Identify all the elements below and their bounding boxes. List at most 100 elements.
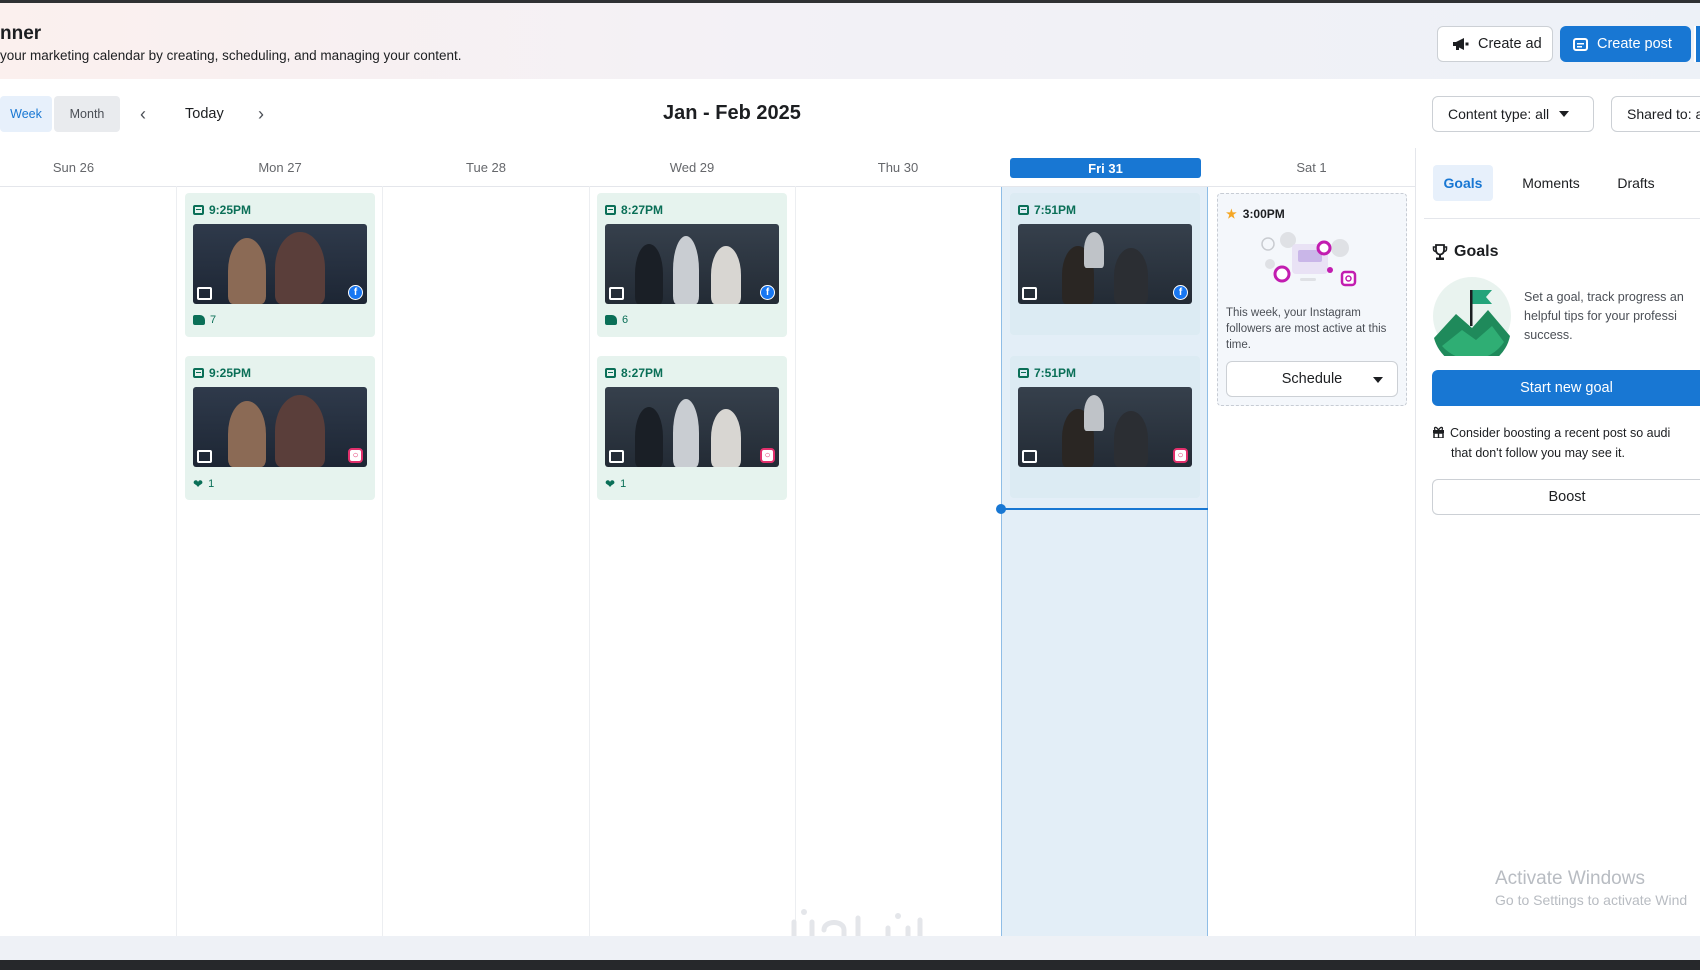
column-divider xyxy=(382,186,383,936)
calendar-toolbar: Week Month ‹ Today › Jan - Feb 2025 Cont… xyxy=(0,80,1700,148)
create-post-dropdown-button[interactable] xyxy=(1694,26,1700,62)
post-time-label: 9:25PM xyxy=(209,203,252,217)
day-header-tue: Tue 28 xyxy=(466,159,506,175)
post-type-icon xyxy=(1018,205,1029,215)
best-time-label: 3:00PM xyxy=(1242,207,1285,221)
post-type-icon xyxy=(193,368,204,378)
goal-flag-illustration xyxy=(1433,277,1511,356)
create-post-button[interactable]: Create post xyxy=(1560,26,1691,62)
post-hearts: ❤ 1 xyxy=(605,477,626,491)
boost-tip: Consider boosting a recent post so audi … xyxy=(1432,423,1700,463)
post-hearts: ❤ 1 xyxy=(193,477,214,491)
trophy-icon xyxy=(1432,243,1448,260)
compose-icon xyxy=(1573,37,1588,51)
page-header: nner your marketing calendar by creating… xyxy=(0,3,1700,79)
goals-description-line: success. xyxy=(1524,328,1573,342)
post-time: 8:27PM xyxy=(605,366,663,380)
heart-icon: ❤ xyxy=(193,477,204,491)
thumbnail-figure xyxy=(673,399,699,467)
week-calendar: Sun 26 Mon 27 Tue 28 Wed 29 Thu 30 Fri 3… xyxy=(0,148,1415,936)
create-post-label: Create post xyxy=(1597,36,1672,52)
post-thumbnail: f xyxy=(605,224,779,304)
instagram-icon: ○ xyxy=(348,448,363,463)
today-button[interactable]: Today xyxy=(185,106,224,122)
thumbnail-figure xyxy=(275,395,325,467)
post-thumbnail: ○ xyxy=(1018,387,1192,467)
post-time: 7:51PM xyxy=(1018,203,1076,217)
hearts-count: 1 xyxy=(208,478,215,490)
thumbnail-figure xyxy=(711,409,741,467)
thumbnail-figure xyxy=(1114,248,1148,304)
scheduled-post-card[interactable]: 9:25PM f 7 xyxy=(185,193,375,337)
content-type-dropdown[interactable]: Content type: all xyxy=(1432,96,1594,132)
column-divider xyxy=(589,186,590,936)
photo-icon xyxy=(609,450,624,463)
thumbnail-figure xyxy=(711,246,741,304)
post-type-icon xyxy=(605,205,616,215)
day-header-mon: Mon 27 xyxy=(258,159,302,175)
post-time: 8:27PM xyxy=(605,203,663,217)
post-likes: 6 xyxy=(605,314,628,326)
create-ad-button[interactable]: Create ad xyxy=(1437,26,1553,62)
current-time-dot xyxy=(996,504,1006,514)
instagram-icon: ○ xyxy=(1173,448,1188,463)
facebook-icon: f xyxy=(760,285,775,300)
caret-down-icon xyxy=(1373,377,1383,383)
boost-button[interactable]: Boost xyxy=(1432,479,1700,515)
page-subtitle: your marketing calendar by creating, sch… xyxy=(0,48,462,63)
thumbnail-figure xyxy=(635,407,663,467)
thumbnail-figure xyxy=(275,232,325,304)
megaphone-icon xyxy=(1453,38,1469,50)
photo-icon xyxy=(1022,450,1037,463)
tab-moments[interactable]: Moments xyxy=(1511,165,1591,201)
os-taskbar xyxy=(0,960,1700,970)
header-divider xyxy=(0,186,1415,187)
heart-icon: ❤ xyxy=(605,477,616,491)
post-thumbnail: ○ xyxy=(605,387,779,467)
post-thumbnail: ○ xyxy=(193,387,367,467)
post-time-label: 8:27PM xyxy=(621,203,664,217)
tab-drafts[interactable]: Drafts xyxy=(1606,165,1666,201)
next-week-chevron-icon[interactable]: › xyxy=(258,104,264,125)
best-time-description: This week, your Instagram followers are … xyxy=(1226,307,1387,351)
scheduled-post-card[interactable]: 8:27PM ○ ❤ 1 xyxy=(597,356,787,500)
post-time-label: 7:51PM xyxy=(1034,203,1077,217)
tab-goals[interactable]: Goals xyxy=(1433,165,1493,201)
post-time-label: 8:27PM xyxy=(621,366,664,380)
post-time-label: 7:51PM xyxy=(1034,366,1077,380)
gift-icon xyxy=(1433,426,1444,438)
day-header-fri-today: Fri 31 xyxy=(1010,158,1201,178)
column-divider xyxy=(176,186,177,936)
content-type-label: Content type: all xyxy=(1448,106,1550,122)
photo-icon xyxy=(609,287,624,300)
page-bottom-strip xyxy=(0,936,1700,960)
post-type-icon xyxy=(605,368,616,378)
start-new-goal-button[interactable]: Start new goal xyxy=(1432,370,1700,406)
tabs-divider xyxy=(1424,218,1700,219)
boost-tip-line: that don't follow you may see it. xyxy=(1451,446,1626,460)
thumbnail-figure xyxy=(228,238,266,304)
scheduled-post-card[interactable]: 8:27PM f 6 xyxy=(597,193,787,337)
post-time: 7:51PM xyxy=(1018,366,1076,380)
instagram-icon: ○ xyxy=(760,448,775,463)
photo-icon xyxy=(1022,287,1037,300)
likes-count: 7 xyxy=(210,314,217,326)
goals-description-line: helpful tips for your professi xyxy=(1524,309,1677,323)
date-range-title: Jan - Feb 2025 xyxy=(663,102,801,124)
view-week-button[interactable]: Week xyxy=(0,96,52,132)
day-header-sun: Sun 26 xyxy=(52,159,95,175)
scheduled-post-card[interactable]: 7:51PM ○ xyxy=(1010,356,1200,498)
schedule-button[interactable]: Schedule xyxy=(1226,361,1398,397)
day-header-sat: Sat 1 xyxy=(1296,159,1327,175)
view-month-button[interactable]: Month xyxy=(54,96,120,132)
scheduled-post-card[interactable]: 7:51PM f xyxy=(1010,193,1200,335)
post-time: 9:25PM xyxy=(193,203,251,217)
photo-icon xyxy=(197,287,212,300)
goals-heading: Goals xyxy=(1432,243,1498,261)
previous-week-chevron-icon[interactable]: ‹ xyxy=(140,104,146,125)
schedule-label: Schedule xyxy=(1281,371,1343,387)
goals-title: Goals xyxy=(1454,243,1499,260)
shared-to-dropdown[interactable]: Shared to: a xyxy=(1611,96,1700,132)
thumbs-up-icon xyxy=(193,315,205,325)
scheduled-post-card[interactable]: 9:25PM ○ ❤ 1 xyxy=(185,356,375,500)
